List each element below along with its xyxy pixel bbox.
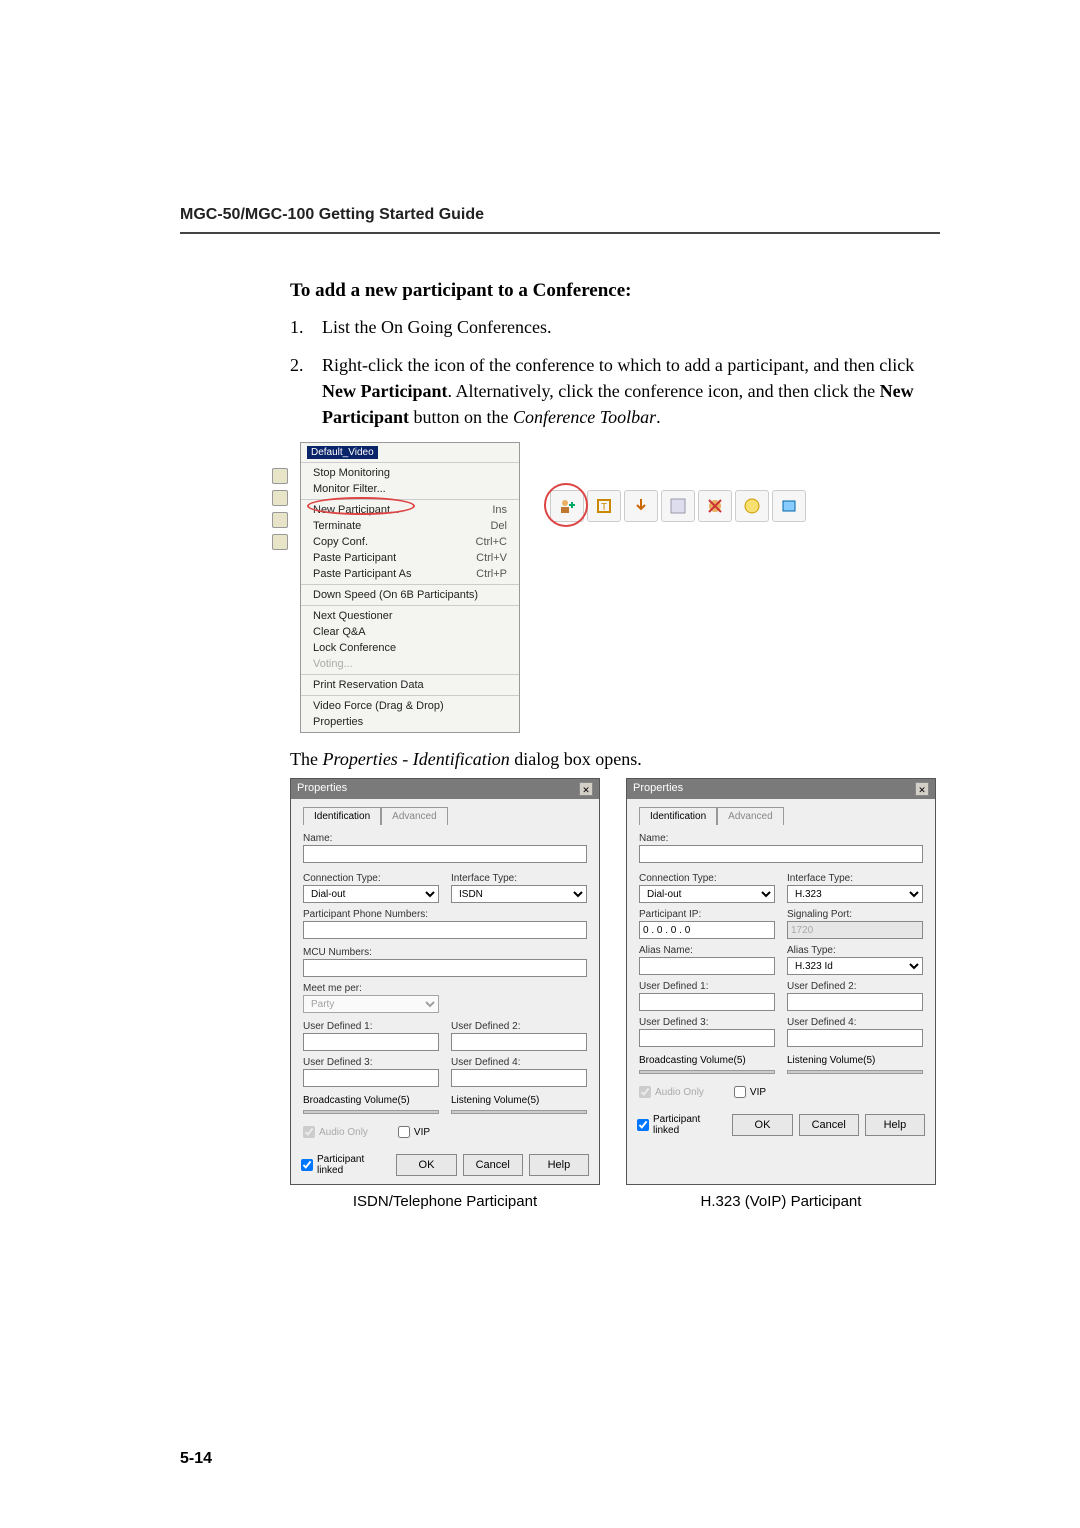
menu-voting: Voting... xyxy=(301,656,519,672)
tab-advanced[interactable]: Advanced xyxy=(381,807,447,825)
menu-paste-participant[interactable]: Paste ParticipantCtrl+V xyxy=(301,550,519,566)
page-header: MGC-50/MGC-100 Getting Started Guide xyxy=(180,206,484,224)
selected-conference-node[interactable]: Default_Video xyxy=(307,446,378,459)
meet-me-per-select: Party xyxy=(303,995,439,1013)
step-1: 1. List the On Going Conferences. xyxy=(290,314,940,340)
close-icon[interactable]: ✕ xyxy=(915,782,929,796)
step-number: 1. xyxy=(290,314,322,340)
menu-monitor-filter[interactable]: Monitor Filter... xyxy=(301,481,519,497)
ud1-input[interactable] xyxy=(639,993,775,1011)
dialog-title: Properties xyxy=(633,782,683,796)
cancel-button[interactable]: Cancel xyxy=(463,1154,523,1176)
broadcasting-volume-slider[interactable]: Broadcasting Volume(5) xyxy=(639,1055,775,1078)
ok-button[interactable]: OK xyxy=(732,1114,792,1136)
broadcasting-volume-slider[interactable]: Broadcasting Volume(5) xyxy=(303,1095,439,1118)
ud2-input[interactable] xyxy=(787,993,923,1011)
toolbar-btn-6[interactable] xyxy=(735,490,769,522)
ok-button[interactable]: OK xyxy=(396,1154,456,1176)
ud4-input[interactable] xyxy=(451,1069,587,1087)
participant-phone-input[interactable] xyxy=(303,921,587,939)
step-2: 2. Right-click the icon of the conferenc… xyxy=(290,352,940,430)
properties-dialog-isdn: Properties✕ Identification Advanced Name… xyxy=(290,778,600,1185)
conference-toolbar: T xyxy=(550,490,809,522)
audio-only-checkbox: Audio Only xyxy=(639,1086,704,1098)
connection-type-select[interactable]: Dial-out xyxy=(639,885,775,903)
context-menu: Default_Video Stop Monitoring Monitor Fi… xyxy=(300,442,520,733)
menu-stop-monitoring[interactable]: Stop Monitoring xyxy=(301,465,519,481)
toolbar-btn-2[interactable]: T xyxy=(587,490,621,522)
step-text: Right-click the icon of the conference t… xyxy=(322,352,940,430)
section-heading: To add a new participant to a Conference… xyxy=(290,280,940,302)
ud3-input[interactable] xyxy=(639,1029,775,1047)
menu-print-reservation[interactable]: Print Reservation Data xyxy=(301,677,519,693)
connection-type-select[interactable]: Dial-out xyxy=(303,885,439,903)
ud2-input[interactable] xyxy=(451,1033,587,1051)
menu-video-force[interactable]: Video Force (Drag & Drop) xyxy=(301,698,519,714)
tab-advanced[interactable]: Advanced xyxy=(717,807,783,825)
menu-lock-conference[interactable]: Lock Conference xyxy=(301,640,519,656)
close-icon[interactable]: ✕ xyxy=(579,782,593,796)
caption-h323: H.323 (VoIP) Participant xyxy=(626,1193,936,1210)
ud3-input[interactable] xyxy=(303,1069,439,1087)
cancel-button[interactable]: Cancel xyxy=(799,1114,859,1136)
step-number: 2. xyxy=(290,352,322,430)
menu-copy-conf[interactable]: Copy Conf.Ctrl+C xyxy=(301,534,519,550)
signaling-port-input xyxy=(787,921,923,939)
toolbar-btn-4[interactable] xyxy=(661,490,695,522)
name-input[interactable] xyxy=(639,845,923,863)
menu-paste-participant-as[interactable]: Paste Participant AsCtrl+P xyxy=(301,566,519,582)
tree-icon-stack xyxy=(272,468,288,550)
menu-properties[interactable]: Properties xyxy=(301,714,519,730)
menu-next-questioner[interactable]: Next Questioner xyxy=(301,608,519,624)
alias-name-input[interactable] xyxy=(639,957,775,975)
menu-terminate[interactable]: TerminateDel xyxy=(301,518,519,534)
tab-identification[interactable]: Identification xyxy=(639,807,717,825)
ud4-input[interactable] xyxy=(787,1029,923,1047)
ud1-input[interactable] xyxy=(303,1033,439,1051)
dialog-opens-text: The Properties - Identification dialog b… xyxy=(290,749,940,770)
name-input[interactable] xyxy=(303,845,587,863)
new-participant-button[interactable] xyxy=(550,490,584,522)
participant-ip-input[interactable] xyxy=(639,921,775,939)
help-button[interactable]: Help xyxy=(529,1154,589,1176)
help-button[interactable]: Help xyxy=(865,1114,925,1136)
toolbar-btn-3[interactable] xyxy=(624,490,658,522)
header-divider xyxy=(180,232,940,234)
interface-type-select[interactable]: H.323 xyxy=(787,885,923,903)
step-text: List the On Going Conferences. xyxy=(322,314,940,340)
svg-text:T: T xyxy=(601,502,607,513)
properties-dialog-h323: Properties✕ Identification Advanced Name… xyxy=(626,778,936,1185)
page-number: 5-14 xyxy=(180,1450,212,1468)
audio-only-checkbox: Audio Only xyxy=(303,1126,368,1138)
participant-linked-checkbox[interactable]: Participant linked xyxy=(301,1154,390,1176)
tab-identification[interactable]: Identification xyxy=(303,807,381,825)
menu-down-speed[interactable]: Down Speed (On 6B Participants) xyxy=(301,587,519,603)
listening-volume-slider[interactable]: Listening Volume(5) xyxy=(787,1055,923,1078)
vip-checkbox[interactable]: VIP xyxy=(734,1086,766,1098)
menu-clear-qa[interactable]: Clear Q&A xyxy=(301,624,519,640)
caption-isdn: ISDN/Telephone Participant xyxy=(290,1193,600,1210)
alias-type-select[interactable]: H.323 Id xyxy=(787,957,923,975)
menu-new-participant[interactable]: New Participant...Ins xyxy=(301,502,519,518)
interface-type-select[interactable]: ISDN xyxy=(451,885,587,903)
toolbar-btn-7[interactable] xyxy=(772,490,806,522)
participant-linked-checkbox[interactable]: Participant linked xyxy=(637,1114,726,1136)
listening-volume-slider[interactable]: Listening Volume(5) xyxy=(451,1095,587,1118)
mcu-numbers-input[interactable] xyxy=(303,959,587,977)
dialog-title: Properties xyxy=(297,782,347,796)
toolbar-btn-5[interactable] xyxy=(698,490,732,522)
vip-checkbox[interactable]: VIP xyxy=(398,1126,430,1138)
